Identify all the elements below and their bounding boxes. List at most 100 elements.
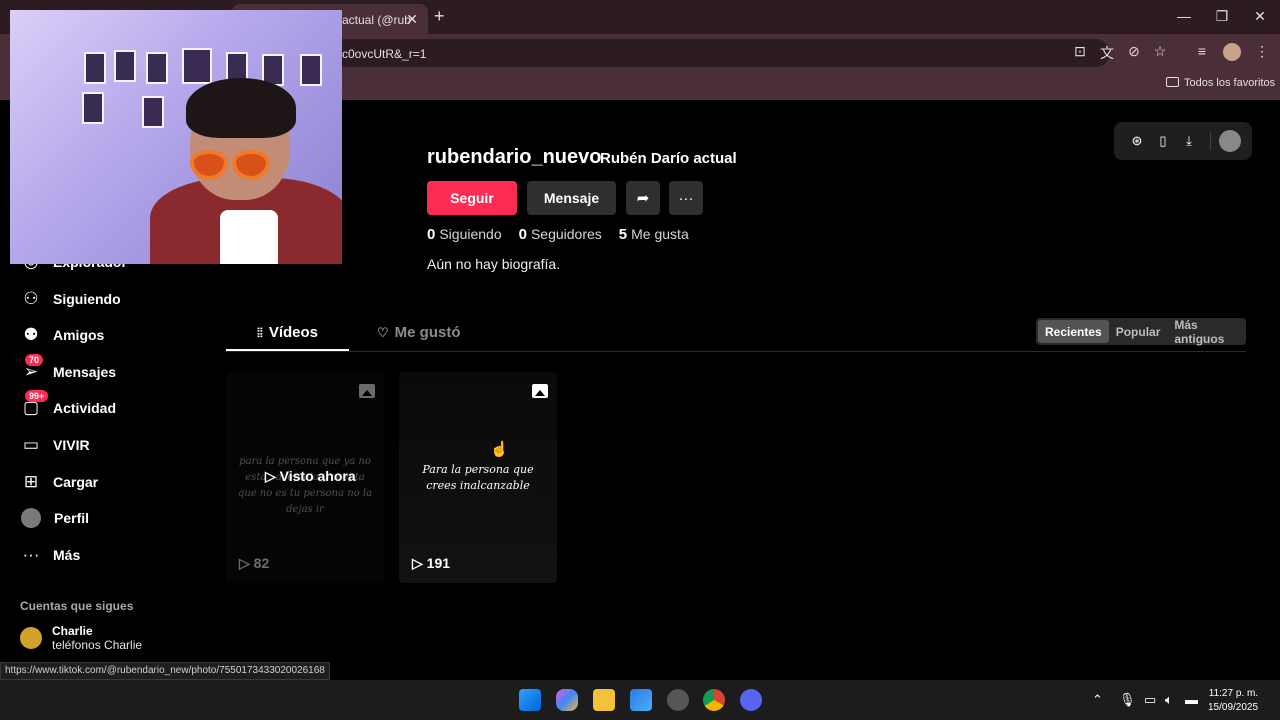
microsoft-store-icon[interactable] bbox=[630, 689, 652, 711]
volume-icon[interactable]: 🔈︎ bbox=[1165, 692, 1173, 708]
bookmark-star-icon[interactable]: ☆ bbox=[1151, 43, 1169, 60]
more-options-icon[interactable]: ··· bbox=[669, 181, 703, 215]
sidebar-item-more[interactable]: ··· Más bbox=[20, 543, 81, 567]
activity-icon: ▢ 99+ bbox=[20, 390, 49, 418]
video-card[interactable]: Para la persona que crees inalcanzable ▷… bbox=[399, 372, 557, 583]
sidebar-item-activity[interactable]: ▢ 99+ Actividad bbox=[20, 390, 117, 420]
eye-off-icon[interactable]: ⊘ bbox=[1125, 43, 1143, 60]
play-icon: ▷ bbox=[239, 555, 254, 571]
download-icon[interactable]: ⤓ bbox=[1176, 133, 1202, 149]
view-count-value: 82 bbox=[253, 555, 270, 571]
following-count[interactable]: 0 Siguiendo bbox=[427, 226, 502, 243]
install-app-icon[interactable]: ⊡ bbox=[1071, 43, 1089, 60]
discord-icon[interactable] bbox=[740, 689, 762, 711]
likes-count: 5 Me gusta bbox=[619, 226, 689, 243]
stat-label: Seguidores bbox=[530, 226, 602, 242]
sidebar-item-friends[interactable]: ⚉ Amigos bbox=[20, 323, 104, 347]
file-explorer-icon[interactable] bbox=[593, 689, 615, 711]
stat-label: Me gusta bbox=[631, 226, 689, 242]
following-account-item[interactable]: Charlie teléfonos Charlie bbox=[20, 624, 142, 652]
chevron-up-icon[interactable]: ⌃ bbox=[1092, 692, 1103, 708]
close-tab-icon[interactable]: ✕ bbox=[406, 11, 418, 28]
sort-popular[interactable]: Popular bbox=[1109, 320, 1168, 343]
settings-app-icon[interactable] bbox=[667, 689, 689, 711]
sidebar-item-upload[interactable]: ⊞ Cargar bbox=[20, 470, 98, 494]
sidebar-item-following[interactable]: ⚇ Siguiendo bbox=[20, 287, 121, 311]
media-control-icon[interactable]: ≡ bbox=[1193, 43, 1211, 59]
view-count: ▷ 191 bbox=[412, 555, 450, 572]
messages-badge: 70 bbox=[25, 354, 44, 366]
sort-segmented-control: Recientes Popular Más antiguos bbox=[1036, 318, 1246, 346]
all-bookmarks-folder[interactable]: Todos los favoritos bbox=[1166, 77, 1275, 89]
translate-icon[interactable]: 文 bbox=[1098, 43, 1116, 63]
system-clock[interactable]: 11:27 p. m. 15/09/2025 bbox=[1208, 687, 1258, 715]
stat-label: Siguiendo bbox=[439, 226, 502, 242]
tab-liked[interactable]: ♡ Me gustó bbox=[377, 324, 461, 341]
phone-app-icon[interactable]: ▯ bbox=[1150, 133, 1176, 149]
play-icon: ▷ bbox=[265, 468, 280, 484]
view-count-value: 191 bbox=[426, 555, 451, 571]
wall-poster bbox=[300, 54, 322, 86]
sidebar-item-live[interactable]: ▭ VIVIR bbox=[20, 433, 90, 457]
sidebar-item-label: Cargar bbox=[53, 474, 99, 490]
copilot-icon[interactable] bbox=[556, 689, 578, 711]
live-tv-icon: ▭ bbox=[22, 435, 40, 454]
restore-icon[interactable]: ❐ bbox=[1212, 8, 1232, 25]
sidebar-item-label: Más bbox=[53, 547, 81, 563]
wall-poster bbox=[84, 52, 106, 84]
battery-icon[interactable]: ▬ bbox=[1185, 692, 1198, 707]
followers-count[interactable]: 0 Seguidores bbox=[519, 226, 602, 243]
address-bar[interactable]: c0ovcUtR&_r=1 bbox=[230, 39, 1110, 67]
clock-date: 15/09/2025 bbox=[1208, 702, 1259, 713]
tab-videos[interactable]: ⦙⦙ Vídeos bbox=[226, 324, 349, 341]
sidebar-item-label: Amigos bbox=[53, 327, 105, 343]
user-avatar[interactable] bbox=[1219, 130, 1241, 152]
wall-poster bbox=[142, 96, 164, 128]
tab-label: Vídeos bbox=[268, 324, 318, 341]
stat-value: 0 bbox=[427, 226, 436, 243]
browser-tab-title: actual (@rub bbox=[342, 13, 411, 27]
coins-icon[interactable]: ⊛ bbox=[1124, 133, 1150, 149]
stat-value: 5 bbox=[618, 226, 628, 243]
browser-profile-avatar[interactable] bbox=[1223, 43, 1241, 61]
photo-icon bbox=[532, 384, 548, 398]
browser-menu-icon[interactable]: ⋮ bbox=[1253, 43, 1271, 60]
folder-icon bbox=[1166, 77, 1179, 87]
watched-now-text: Visto ahora bbox=[279, 468, 356, 484]
microphone-icon[interactable]: 🎙︎ bbox=[1119, 692, 1136, 708]
sidebar-item-messages[interactable]: ➢ 70 Mensajes bbox=[20, 354, 116, 384]
clock-time: 11:27 p. m. bbox=[1208, 688, 1259, 699]
view-count: ▷ 82 bbox=[239, 555, 269, 572]
message-button[interactable]: Mensaje bbox=[527, 181, 616, 215]
sidebar-item-label: Actividad bbox=[53, 400, 117, 416]
sort-recent[interactable]: Recientes bbox=[1038, 320, 1109, 343]
more-dots-icon: ··· bbox=[22, 545, 40, 564]
bookmarks-folder-label: Todos los favoritos bbox=[1184, 77, 1276, 89]
minimize-icon[interactable]: — bbox=[1174, 8, 1194, 24]
chrome-icon[interactable] bbox=[703, 689, 725, 711]
profile-avatar bbox=[21, 508, 41, 528]
video-caption: Para la persona que crees inalcanzable bbox=[422, 463, 534, 492]
person-hair bbox=[186, 78, 296, 138]
account-avatar bbox=[20, 627, 42, 649]
sidebar-item-label: Siguiendo bbox=[53, 291, 121, 307]
network-icon[interactable]: ▭ bbox=[1144, 692, 1156, 708]
follow-button[interactable]: Seguir bbox=[427, 181, 517, 215]
profile-bio: Aún no hay biografía. bbox=[427, 256, 561, 272]
window-close-icon[interactable]: ✕ bbox=[1250, 8, 1270, 25]
profile-nickname: Rubén Darío actual bbox=[600, 150, 737, 167]
activity-badge: 99+ bbox=[25, 390, 49, 402]
microphone bbox=[220, 210, 278, 264]
send-icon: ➢ 70 bbox=[20, 354, 44, 382]
sort-oldest[interactable]: Más antiguos bbox=[1167, 318, 1244, 346]
video-caption: para la persona que ya no esta , aceptal… bbox=[237, 456, 373, 515]
grid-icon: ⦙⦙ bbox=[256, 324, 263, 340]
play-icon: ▷ bbox=[412, 555, 427, 571]
windows-start-icon[interactable] bbox=[519, 689, 541, 711]
share-icon[interactable]: ➦ bbox=[626, 181, 660, 215]
sidebar-item-profile[interactable]: Perfil bbox=[20, 506, 89, 530]
profile-stats: 0 Siguiendo 0 Seguidores 5 Me gusta bbox=[427, 226, 706, 243]
webcam-overlay bbox=[10, 10, 342, 264]
new-tab-icon[interactable]: + bbox=[434, 6, 445, 27]
divider bbox=[1210, 132, 1211, 150]
